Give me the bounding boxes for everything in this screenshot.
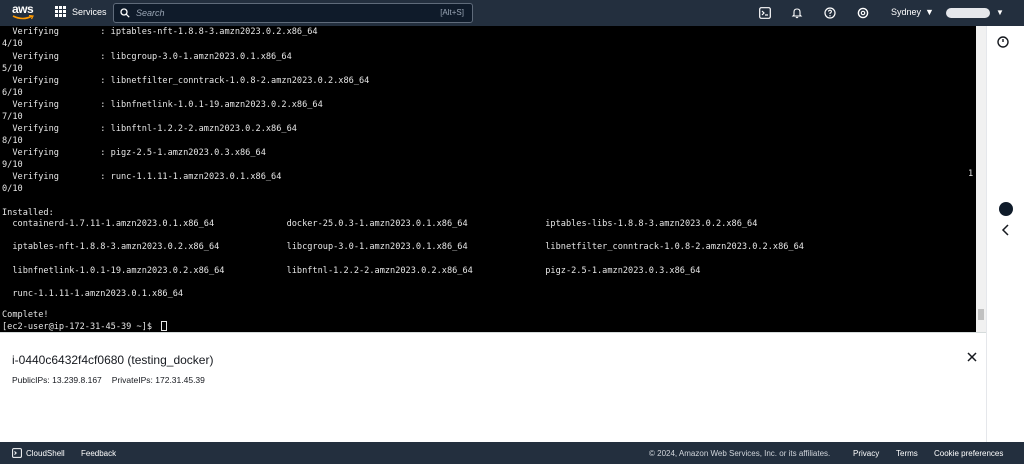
services-grid-icon	[55, 6, 66, 17]
terminal-line: [ec2-user@ip-172-31-45-39 ~]$	[2, 321, 168, 332]
terminal-line: Verifying : pigz-2.5-1.amzn2023.0.3.x86_…	[2, 148, 266, 158]
instance-details-panel: i-0440c6432f4cf0680 (testing_docker) Pub…	[0, 332, 986, 442]
services-menu[interactable]: Services	[55, 6, 107, 17]
terminal-line: Verifying : iptables-nft-1.8.8-3.amzn202…	[2, 27, 318, 37]
top-navigation: aws Services [Alt+S] Sydney ▼ ▼	[0, 0, 1024, 26]
terminal-line: iptables-nft-1.8.8-3.amzn2023.0.2.x86_64…	[2, 242, 804, 252]
terminal-line: 4/10	[2, 39, 23, 49]
cloudshell-label: CloudShell	[26, 448, 65, 458]
terminal-cursor	[161, 321, 168, 331]
terminal-line: Verifying : libnetfilter_conntrack-1.0.8…	[2, 76, 370, 86]
close-icon[interactable]	[966, 351, 978, 363]
rail-indicator-dot[interactable]	[999, 202, 1013, 216]
account-caret-icon[interactable]: ▼	[996, 8, 1004, 17]
aws-smile-icon	[12, 15, 34, 20]
terminal-line: 9/10	[2, 160, 23, 170]
help-icon[interactable]	[823, 6, 837, 20]
feedback-link[interactable]: Feedback	[81, 449, 116, 458]
cloudshell-button[interactable]: CloudShell	[12, 448, 65, 458]
account-menu[interactable]	[946, 8, 990, 18]
gear-icon[interactable]	[856, 6, 870, 20]
terminal-scrollbar-thumb[interactable]	[978, 309, 984, 320]
right-rail	[986, 26, 1024, 442]
cloudshell-terminal[interactable]: Verifying : iptables-nft-1.8.8-3.amzn202…	[0, 26, 986, 332]
privacy-link[interactable]: Privacy	[853, 449, 879, 458]
aws-logo-text: aws	[12, 2, 34, 16]
search-shortcut: [Alt+S]	[440, 8, 464, 17]
cloudshell-icon[interactable]	[758, 6, 772, 20]
public-ips: PublicIPs: 13.239.8.167	[12, 375, 102, 385]
cloudshell-footer-icon	[12, 448, 22, 458]
cookie-preferences-link[interactable]: Cookie preferences	[934, 449, 1003, 458]
refresh-icon[interactable]	[996, 35, 1010, 49]
terminal-overflow-char: 1	[968, 169, 974, 179]
terminal-line: Verifying : runc-1.1.11-1.amzn2023.0.1.x…	[2, 172, 282, 182]
terminal-line: 7/10	[2, 112, 23, 122]
terms-link[interactable]: Terms	[896, 449, 918, 458]
search-box[interactable]: [Alt+S]	[113, 3, 473, 23]
terminal-line: runc-1.1.11-1.amzn2023.0.1.x86_64	[2, 289, 184, 299]
search-icon	[120, 8, 130, 18]
terminal-scrollbar[interactable]	[976, 26, 986, 332]
caret-down-icon: ▼	[925, 7, 934, 17]
terminal-line: 5/10	[2, 64, 23, 74]
search-input[interactable]	[136, 8, 426, 18]
terminal-line: containerd-1.7.11-1.amzn2023.0.1.x86_64 …	[2, 219, 758, 229]
terminal-line: libnfnetlink-1.0.1-19.amzn2023.0.2.x86_6…	[2, 266, 701, 276]
terminal-line: Verifying : libcgroup-3.0-1.amzn2023.0.1…	[2, 52, 292, 62]
services-label: Services	[72, 6, 107, 17]
chevron-left-icon[interactable]	[999, 222, 1013, 238]
copyright-text: © 2024, Amazon Web Services, Inc. or its…	[649, 449, 831, 458]
terminal-line: 6/10	[2, 88, 23, 98]
terminal-line: 0/10	[2, 184, 23, 194]
private-ips: PrivateIPs: 172.31.45.39	[111, 375, 205, 385]
region-label: Sydney	[891, 7, 922, 17]
terminal-line: Verifying : libnfnetlink-1.0.1-19.amzn20…	[2, 100, 323, 110]
footer-bar: CloudShell Feedback © 2024, Amazon Web S…	[0, 442, 1024, 464]
terminal-line: Verifying : libnftnl-1.2.2-2.amzn2023.0.…	[2, 124, 297, 134]
instance-ips: PublicIPs: 13.239.8.167 PrivateIPs: 172.…	[12, 375, 205, 385]
region-selector[interactable]: Sydney ▼	[891, 7, 934, 17]
terminal-line: Complete!	[2, 310, 49, 320]
bell-icon[interactable]	[790, 6, 804, 20]
terminal-line: 8/10	[2, 136, 23, 146]
instance-title: i-0440c6432f4cf0680 (testing_docker)	[12, 353, 214, 367]
aws-logo[interactable]: aws	[12, 3, 34, 23]
